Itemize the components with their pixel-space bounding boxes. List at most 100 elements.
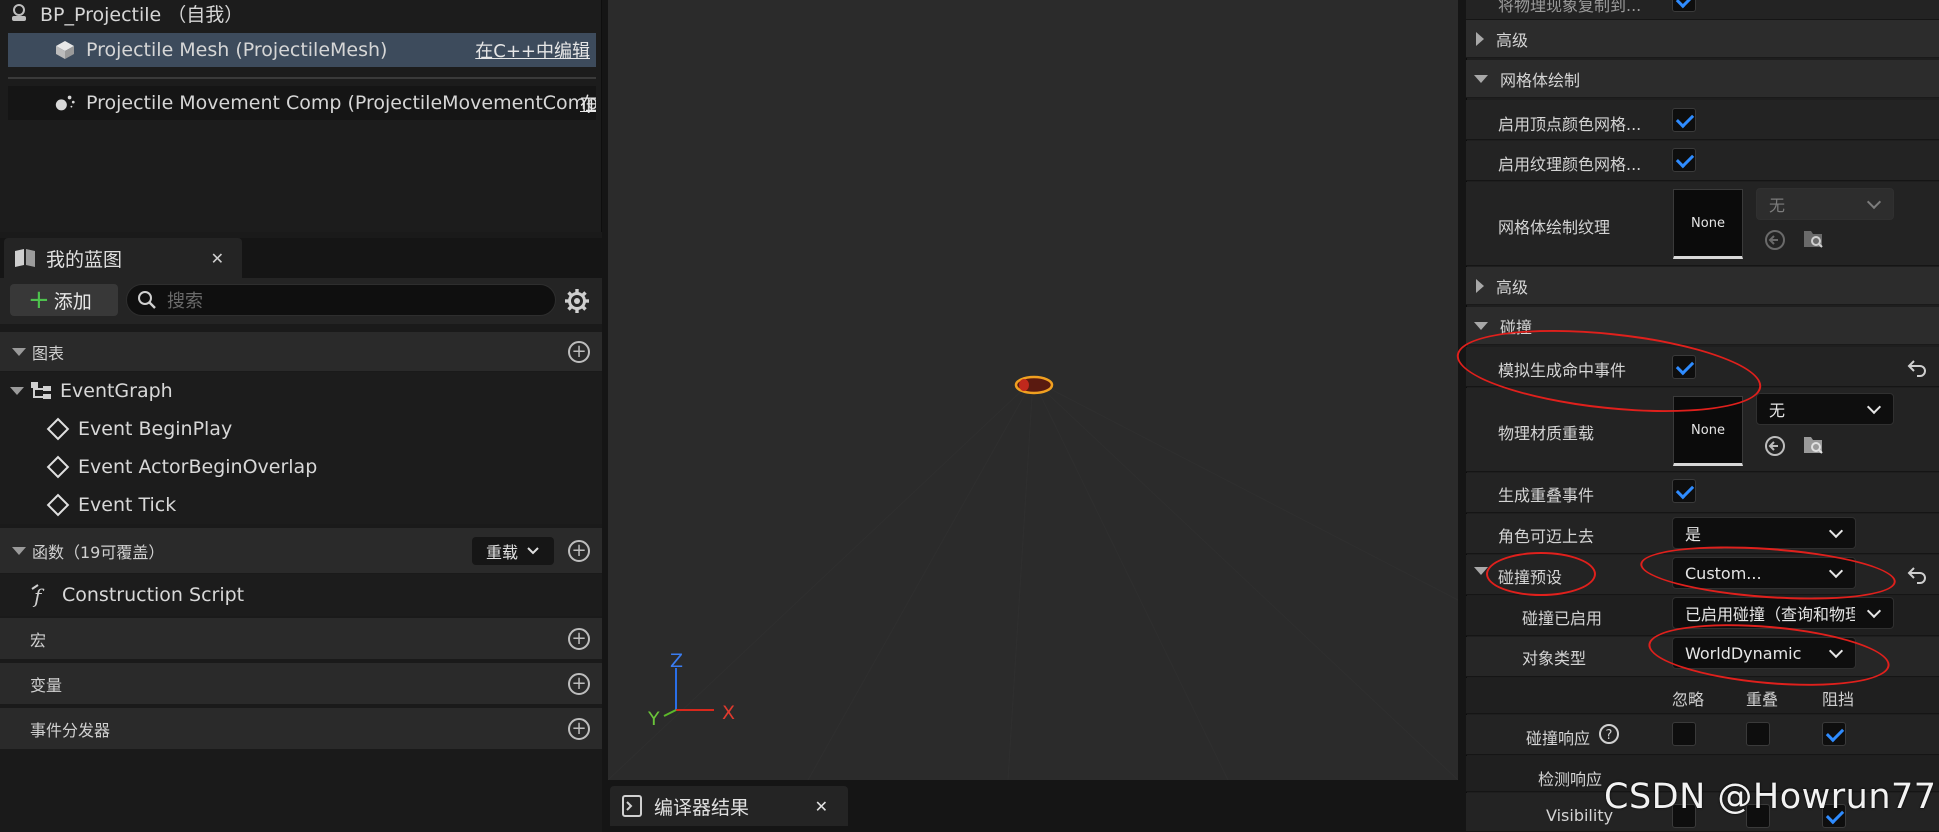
chevron-down-icon [1828,523,1844,539]
mesh-paint-texture-dropdown[interactable]: 无 [1756,188,1894,220]
event-diamond-icon [46,493,70,517]
can-step-up-dropdown[interactable]: 是 [1672,517,1856,549]
collision-category[interactable]: 碰撞 [1466,307,1939,345]
variables-section-header[interactable]: 变量 + [0,663,602,705]
gen-overlap-checkbox[interactable] [1672,479,1696,503]
mesh-paint-dropdown-value: 无 [1769,196,1786,215]
add-button-label: 添加 [53,290,92,313]
blueprint-book-icon [15,249,35,267]
override-dropdown[interactable]: 重载 [472,536,554,565]
component-movement-label: Projectile Movement Comp (ProjectileMove… [86,92,596,114]
compiler-log-icon [622,795,642,817]
phys-mat-dropdown[interactable]: 无 [1756,393,1894,425]
component-root-label: BP_Projectile （自我） [40,3,244,26]
my-blueprint-tab[interactable]: 我的蓝图 ✕ [4,238,242,278]
svg-text:?: ? [1606,728,1613,743]
add-dispatcher-icon[interactable]: + [568,717,590,740]
collapse-arrow-icon [1474,321,1488,330]
collision-enabled-dropdown[interactable]: 已启用碰撞（查询和物理） [1672,597,1894,629]
reset-to-default-icon[interactable] [1906,356,1928,378]
advanced-category-2[interactable]: 高级 [1466,267,1939,305]
phys-mat-thumbnail[interactable]: None [1673,396,1743,466]
collision-ignore-checkbox[interactable] [1672,722,1696,746]
close-icon[interactable]: ✕ [211,249,224,268]
advanced-label-2: 高级 [1496,277,1529,297]
collision-presets-label: 碰撞预设 [1498,568,1563,587]
chevron-down-icon [1828,643,1844,659]
variables-header-label: 变量 [30,675,63,695]
component-mesh-label: Projectile Mesh (ProjectileMesh) [86,39,388,61]
event-graph-item[interactable]: EventGraph [0,372,602,410]
dispatchers-section-header[interactable]: 事件分发器 + [0,708,602,750]
mesh-paint-texture-thumbnail[interactable]: None [1673,189,1743,259]
collision-presets-dropdown[interactable]: Custom... [1672,557,1856,589]
components-panel: BP_Projectile （自我） Projectile Mesh (Proj… [0,0,602,232]
thumbnail-none-label: None [1691,422,1725,438]
graphs-header-label: 图表 [32,343,65,363]
browse-asset-icon[interactable] [1802,434,1824,456]
collision-block-checkbox[interactable] [1822,722,1846,746]
collapse-arrow-icon [1474,74,1488,83]
compiler-results-tab[interactable]: 编译器结果 ✕ [610,786,848,826]
construction-script-item[interactable]: f Construction Script [0,574,602,616]
chevron-down-icon [1866,399,1882,415]
edit-in-cpp-link[interactable]: 在C++中编辑 [475,37,590,63]
phys-mat-dropdown-value: 无 [1769,401,1786,420]
component-separator [8,77,596,79]
advanced-category-1[interactable]: 高级 [1466,20,1939,58]
chevron-down-icon [1866,603,1882,619]
close-icon[interactable]: ✕ [815,797,828,816]
component-projectile-mesh[interactable]: Projectile Mesh (ProjectileMesh) 在C++中编辑 [8,33,596,67]
gear-icon[interactable] [564,288,590,314]
replicate-physics-checkbox[interactable] [1672,0,1696,12]
chevron-down-icon [1866,194,1882,210]
sim-hit-events-checkbox[interactable] [1672,355,1696,379]
collision-enabled-label: 碰撞已启用 [1522,609,1603,628]
edit-in-cpp-link-2[interactable]: 在 [580,90,596,116]
search-input[interactable]: 搜索 [126,284,556,316]
add-variable-icon[interactable]: + [568,672,590,695]
collapse-arrow-icon [12,546,26,555]
collapse-arrow-icon[interactable] [1474,567,1488,575]
event-label: Event BeginPlay [78,418,233,440]
viewport[interactable]: Z Y X [608,0,1458,780]
collision-presets-value: Custom... [1685,563,1762,583]
dispatchers-header-label: 事件分发器 [30,720,111,740]
event-label: Event Tick [78,494,177,516]
object-type-label: 对象类型 [1522,649,1587,668]
actor-icon [8,2,30,24]
functions-section-header[interactable]: 函数（19可覆盖） 重载 + [0,528,602,574]
event-item-beginplay[interactable]: Event BeginPlay [0,410,602,448]
mesh-paint-category[interactable]: 网格体绘制 [1466,60,1939,98]
object-type-dropdown[interactable]: WorldDynamic [1672,637,1856,669]
projectile-mesh-preview[interactable] [1012,372,1056,396]
reset-to-default-icon[interactable] [1906,563,1928,585]
event-label: Event ActorBeginOverlap [78,456,318,478]
event-diamond-icon [46,417,70,441]
add-graph-icon[interactable]: + [568,340,590,363]
add-macro-icon[interactable]: + [568,627,590,650]
event-diamond-icon [46,455,70,479]
component-projectile-movement[interactable]: Projectile Movement Comp (ProjectileMove… [8,86,596,120]
event-item-tick[interactable]: Event Tick [0,486,602,524]
help-icon[interactable]: ? [1598,723,1620,745]
axis-y-label: Y [648,708,660,730]
browse-asset-icon[interactable] [1802,228,1824,250]
static-mesh-icon [54,39,76,61]
axis-x-label: X [722,702,736,724]
event-item-actorbeginoverlap[interactable]: Event ActorBeginOverlap [0,448,602,486]
collapse-arrow-icon [10,387,24,395]
graphs-section-header[interactable]: 图表 + [0,332,602,372]
add-function-icon[interactable]: + [568,539,590,562]
vertex-color-checkbox[interactable] [1672,108,1696,132]
event-graph-icon [31,382,51,399]
collision-overlap-checkbox[interactable] [1746,722,1770,746]
add-button[interactable]: + 添加 [10,284,118,316]
texture-color-checkbox[interactable] [1672,148,1696,172]
sim-hit-events-label: 模拟生成命中事件 [1498,361,1627,380]
component-root[interactable]: BP_Projectile （自我） [8,0,596,30]
compiler-tab-title: 编译器结果 [654,796,750,819]
macros-section-header[interactable]: 宏 + [0,618,602,660]
use-selected-asset-icon[interactable] [1764,229,1786,251]
use-selected-asset-icon[interactable] [1764,435,1786,457]
